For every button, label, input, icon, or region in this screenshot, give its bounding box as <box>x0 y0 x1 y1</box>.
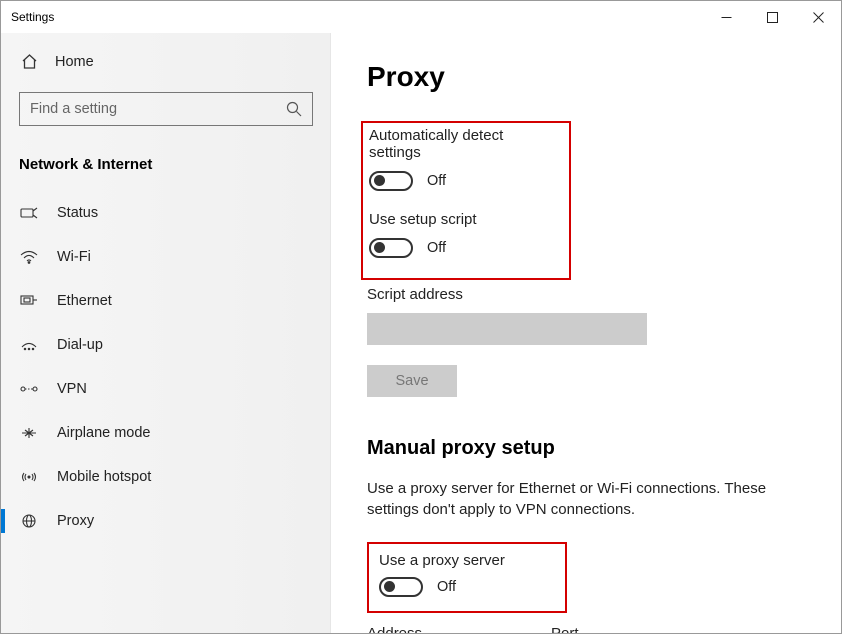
sidebar-item-label: Ethernet <box>57 293 112 309</box>
page-title: Proxy <box>367 61 809 93</box>
close-button[interactable] <box>795 1 841 33</box>
sidebar-item-dialup[interactable]: Dial-up <box>1 323 331 367</box>
sidebar-item-label: Airplane mode <box>57 425 151 441</box>
sidebar: Home Network & Internet Status Wi-Fi Eth… <box>1 33 331 633</box>
toggle-knob <box>374 242 385 253</box>
wifi-icon <box>19 250 39 264</box>
manual-proxy-heading: Manual proxy setup <box>367 437 809 460</box>
minimize-button[interactable] <box>703 1 749 33</box>
sidebar-item-wifi[interactable]: Wi-Fi <box>1 235 331 279</box>
home-icon <box>19 53 39 70</box>
use-proxy-toggle[interactable] <box>379 577 423 597</box>
titlebar: Settings <box>1 1 841 33</box>
window-controls <box>703 1 841 33</box>
script-address-input[interactable] <box>367 313 647 345</box>
hotspot-icon <box>19 470 39 484</box>
sidebar-item-hotspot[interactable]: Mobile hotspot <box>1 455 331 499</box>
sidebar-item-label: VPN <box>57 381 87 397</box>
auto-detect-label: Automatically detect settings <box>369 127 559 161</box>
use-proxy-state: Off <box>437 579 456 595</box>
setup-script-toggle[interactable] <box>369 238 413 258</box>
vpn-icon <box>19 382 39 396</box>
nav-list: Status Wi-Fi Ethernet Dial-up VPN Airpla… <box>1 191 331 543</box>
manual-proxy-description: Use a proxy server for Ethernet or Wi-Fi… <box>367 478 807 520</box>
sidebar-item-label: Status <box>57 205 98 221</box>
address-label: Address <box>367 625 527 633</box>
home-nav[interactable]: Home <box>1 41 331 82</box>
save-button[interactable]: Save <box>367 365 457 397</box>
maximize-button[interactable] <box>749 1 795 33</box>
sidebar-item-airplane[interactable]: Airplane mode <box>1 411 331 455</box>
highlight-auto-section: Automatically detect settings Off Use se… <box>361 121 571 280</box>
home-label: Home <box>55 54 94 70</box>
proxy-icon <box>19 514 39 528</box>
content-pane: Proxy Automatically detect settings Off … <box>331 33 841 633</box>
use-proxy-label: Use a proxy server <box>379 552 555 569</box>
ethernet-icon <box>19 294 39 308</box>
sidebar-item-label: Dial-up <box>57 337 103 353</box>
sidebar-item-proxy[interactable]: Proxy <box>1 499 331 543</box>
auto-detect-state: Off <box>427 173 446 189</box>
status-icon <box>19 206 39 220</box>
window-title: Settings <box>11 10 54 24</box>
auto-detect-toggle[interactable] <box>369 171 413 191</box>
sidebar-item-status[interactable]: Status <box>1 191 331 235</box>
dialup-icon <box>19 338 39 352</box>
category-title: Network & Internet <box>1 142 331 191</box>
sidebar-item-label: Mobile hotspot <box>57 469 151 485</box>
toggle-knob <box>374 175 385 186</box>
setup-script-label: Use setup script <box>369 211 559 228</box>
sidebar-item-label: Proxy <box>57 513 94 529</box>
sidebar-item-label: Wi-Fi <box>57 249 91 265</box>
sidebar-item-ethernet[interactable]: Ethernet <box>1 279 331 323</box>
script-address-label: Script address <box>367 286 809 303</box>
toggle-knob <box>384 581 395 592</box>
sidebar-item-vpn[interactable]: VPN <box>1 367 331 411</box>
setup-script-state: Off <box>427 240 446 256</box>
search-input[interactable] <box>30 101 286 117</box>
airplane-icon <box>19 426 39 440</box>
search-box[interactable] <box>19 92 313 126</box>
highlight-proxy-toggle: Use a proxy server Off <box>367 542 567 613</box>
search-icon <box>286 101 302 117</box>
port-label: Port <box>551 625 623 633</box>
